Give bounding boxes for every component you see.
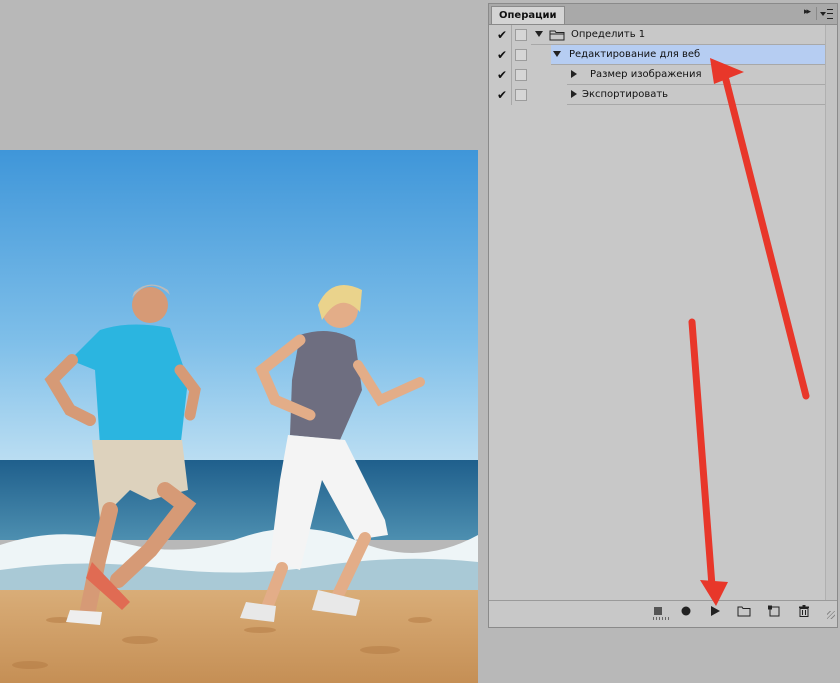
toggle-item-check-icon[interactable]: ✔ — [497, 48, 507, 62]
toggle-dialog-box[interactable] — [515, 29, 527, 41]
expand-triangle-icon[interactable] — [553, 51, 561, 57]
folder-icon — [549, 30, 565, 41]
toggle-dialog-box[interactable] — [515, 89, 527, 101]
expand-triangle-icon[interactable] — [535, 31, 543, 37]
action-step-content[interactable]: Размер изображения — [567, 65, 825, 85]
panel-resize-grip[interactable] — [653, 617, 671, 620]
collapsed-triangle-icon[interactable] — [571, 70, 577, 78]
new-action-icon[interactable] — [767, 605, 781, 617]
record-icon[interactable] — [679, 605, 693, 617]
action-step-label: Экспортировать — [582, 89, 669, 100]
action-row[interactable]: ✔ Редактирование для веб — [489, 45, 825, 65]
action-set-content[interactable]: Определить 1 — [531, 25, 825, 45]
document-canvas — [0, 0, 488, 683]
document-photo — [0, 150, 478, 683]
actions-footer-toolbar — [489, 600, 837, 621]
toggle-dialog-box[interactable] — [515, 69, 527, 81]
action-content-selected[interactable]: Редактирование для веб — [551, 45, 825, 65]
tab-actions[interactable]: Операции — [491, 6, 565, 24]
action-step-label: Размер изображения — [590, 69, 702, 80]
stop-icon[interactable] — [651, 605, 665, 617]
collapse-panel-icon[interactable]: ▸▸ — [804, 7, 811, 17]
action-step-row[interactable]: ✔ Экспортировать — [489, 85, 825, 105]
toggle-item-check-icon[interactable]: ✔ — [497, 88, 507, 102]
toggle-item-check-icon[interactable]: ✔ — [497, 28, 507, 42]
collapsed-triangle-icon[interactable] — [571, 90, 577, 98]
action-label: Редактирование для веб — [569, 49, 701, 60]
new-set-folder-icon[interactable] — [737, 605, 751, 617]
actions-list: ✔ Определить 1 ✔ Редактирование для веб — [489, 25, 825, 105]
actions-panel: Операции ▸▸ ✔ Определить 1 ✔ Редактирова… — [488, 3, 838, 628]
panel-menu-icon[interactable] — [816, 7, 833, 20]
panel-tab-bar: Операции ▸▸ — [489, 4, 837, 25]
panel-corner-resize-icon[interactable] — [827, 611, 835, 619]
action-step-content[interactable]: Экспортировать — [567, 85, 825, 105]
toggle-item-check-icon[interactable]: ✔ — [497, 68, 507, 82]
action-set-label: Определить 1 — [571, 29, 646, 40]
vertical-scrollbar[interactable] — [825, 25, 837, 600]
toggle-dialog-box[interactable] — [515, 49, 527, 61]
action-step-row[interactable]: ✔ Размер изображения — [489, 65, 825, 85]
play-icon[interactable] — [708, 605, 722, 617]
action-set-row[interactable]: ✔ Определить 1 — [489, 25, 825, 45]
trash-icon[interactable] — [797, 605, 811, 617]
